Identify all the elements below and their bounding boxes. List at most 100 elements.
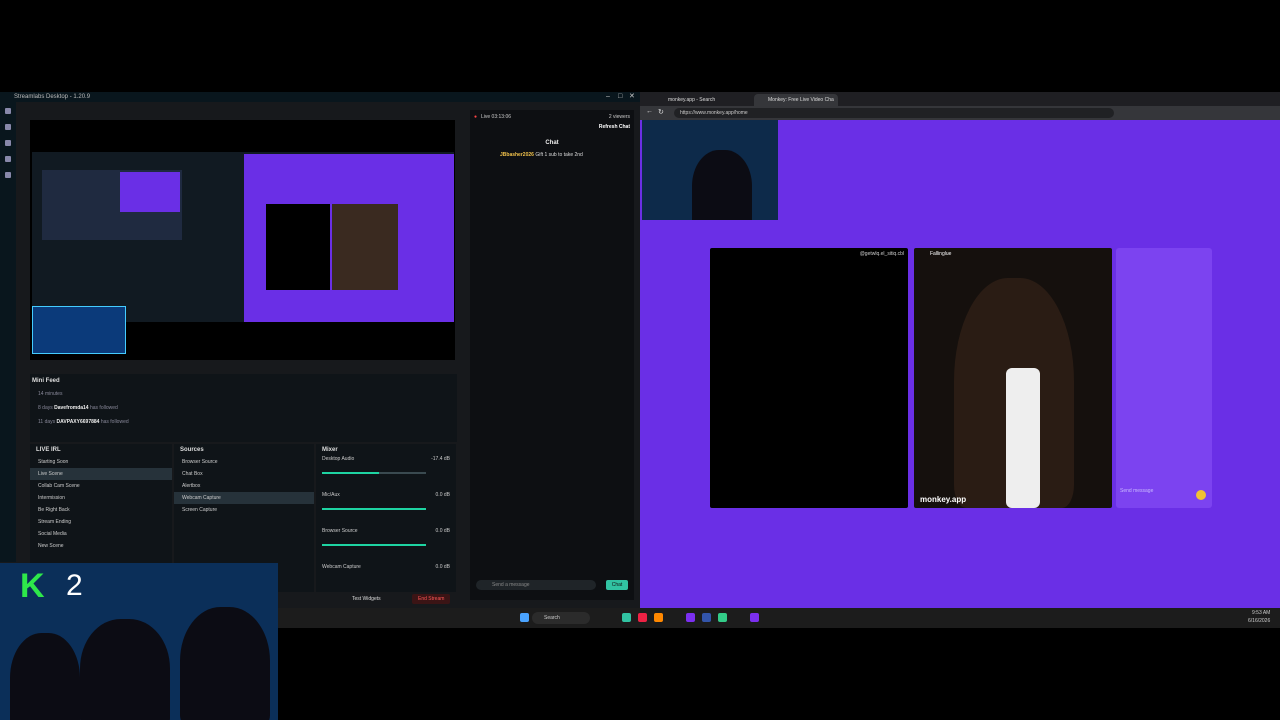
mixer-channel: Desktop Audio -17.4 dB bbox=[316, 456, 456, 492]
app-icon[interactable] bbox=[718, 613, 727, 622]
monkey-page: @getwlq.el_sitiq.cbl Fallinglue monkey.a… bbox=[640, 120, 1280, 608]
app-icon[interactable] bbox=[622, 613, 631, 622]
scene-item[interactable]: Social Media bbox=[30, 528, 172, 540]
scene-collection-title[interactable]: LIVE IRL bbox=[30, 444, 172, 456]
facecam-number: 2 bbox=[66, 569, 83, 602]
app-icon[interactable] bbox=[654, 613, 663, 622]
channel-name: Webcam Capture bbox=[322, 564, 361, 570]
feed-row: 11 days DAVPAXY6697884 has followed bbox=[38, 419, 129, 425]
chat-send-button[interactable]: Chat bbox=[606, 580, 628, 590]
window-title: Streamlabs Desktop - 1.20.9 bbox=[14, 94, 91, 100]
test-widgets-button[interactable]: Test Widgets bbox=[352, 596, 381, 602]
volume-slider[interactable] bbox=[322, 508, 426, 510]
desktop-screen: Streamlabs Desktop - 1.20.9 – □ ✕ Mini F… bbox=[0, 92, 1280, 628]
kick-logo: K bbox=[20, 567, 45, 605]
scene-item[interactable]: Starting Soon bbox=[30, 456, 172, 468]
channel-name: Mic/Aux bbox=[322, 492, 340, 498]
source-item[interactable]: Browser Source bbox=[174, 456, 314, 468]
facecam-person bbox=[80, 619, 170, 720]
feed-row: 8 days Davefromda14 has followed bbox=[38, 405, 118, 411]
back-icon[interactable]: ← bbox=[646, 108, 653, 115]
mixer-channel: Mic/Aux 0.0 dB bbox=[316, 492, 456, 528]
app-icon[interactable] bbox=[638, 613, 647, 622]
sources-title: Sources bbox=[180, 447, 204, 453]
live-status: Live 03:13:06 bbox=[481, 114, 512, 120]
end-stream-button[interactable]: End Stream bbox=[412, 594, 451, 604]
browser-toolbar: ← ↻ https://www.monkey.app/home bbox=[640, 106, 1280, 120]
clock-date: 6/16/2026 bbox=[1248, 618, 1271, 624]
volume-slider[interactable] bbox=[322, 472, 426, 474]
feed-row: 14 minutes bbox=[38, 391, 63, 397]
start-icon[interactable] bbox=[520, 613, 529, 622]
scene-item[interactable]: Intermission bbox=[30, 492, 172, 504]
tab-search[interactable]: monkey.app - Search bbox=[654, 94, 758, 106]
live-indicator-icon: ● bbox=[474, 114, 478, 120]
mixer-title: Mixer bbox=[322, 447, 338, 453]
app-icon[interactable] bbox=[750, 613, 759, 622]
reload-icon[interactable]: ↻ bbox=[658, 108, 664, 116]
taskbar-search[interactable]: Search bbox=[532, 612, 590, 624]
monkey-watermark: monkey.app bbox=[920, 495, 967, 504]
channel-name: Browser Source bbox=[322, 528, 358, 534]
scene-item[interactable]: Collab Cam Scene bbox=[30, 480, 172, 492]
viewer-count: 2 viewers bbox=[608, 114, 630, 120]
channel-db: 0.0 dB bbox=[435, 564, 450, 570]
facecam-person bbox=[10, 633, 80, 720]
chat-message: JBbasher2026 Gift 1 sub to take 2nd bbox=[500, 152, 583, 158]
browser-tab-strip: monkey.app - Search Monkey: Free Live Vi… bbox=[640, 92, 1280, 106]
source-item[interactable]: Screen Capture bbox=[174, 504, 314, 516]
mini-feed-panel: Mini Feed 14 minutes 8 days Davefromda14… bbox=[30, 374, 457, 442]
editor-icon[interactable] bbox=[5, 108, 11, 114]
refresh-chat-button[interactable]: Refresh Chat bbox=[599, 124, 630, 130]
nested-person-video bbox=[332, 204, 398, 290]
channel-db: 0.0 dB bbox=[435, 492, 450, 498]
mini-feed-title: Mini Feed bbox=[32, 378, 60, 384]
channel-db: 0.0 dB bbox=[435, 528, 450, 534]
streamlabs-nav-rail bbox=[0, 102, 16, 562]
app-icon[interactable] bbox=[686, 613, 695, 622]
preview-selected-webcam[interactable] bbox=[32, 306, 126, 354]
self-person bbox=[692, 150, 752, 220]
scene-item[interactable]: New Scene bbox=[30, 540, 172, 552]
dashboard-icon[interactable] bbox=[5, 156, 11, 162]
scene-item[interactable]: Be Right Back bbox=[30, 504, 172, 516]
source-item[interactable]: Webcam Capture bbox=[174, 492, 314, 504]
volume-slider[interactable] bbox=[322, 544, 426, 546]
send-message-input[interactable]: Send message bbox=[1120, 488, 1153, 494]
widgets-icon[interactable] bbox=[5, 140, 11, 146]
source-item[interactable]: Chat Box bbox=[174, 468, 314, 480]
mixer-channel: Browser Source 0.0 dB bbox=[316, 528, 456, 564]
source-item[interactable]: Alertbox bbox=[174, 480, 314, 492]
preview-nested-screen bbox=[32, 152, 454, 354]
nested-black-video bbox=[266, 204, 330, 290]
app-icon[interactable] bbox=[702, 613, 711, 622]
tab-monkey[interactable]: Monkey: Free Live Video Cha bbox=[754, 94, 838, 106]
chat-side-panel: Send message bbox=[1116, 248, 1212, 508]
self-camera-view bbox=[642, 120, 778, 220]
partner-username: Fallinglue bbox=[930, 251, 952, 257]
scene-item[interactable]: Stream Ending bbox=[30, 516, 172, 528]
maximize-icon[interactable]: □ bbox=[618, 92, 622, 102]
address-bar[interactable]: https://www.monkey.app/home bbox=[674, 108, 1114, 118]
close-icon[interactable]: ✕ bbox=[629, 92, 635, 102]
facecam-overlay: K 2 bbox=[0, 563, 278, 720]
streamlabs-footer: Test Widgets End Stream bbox=[280, 592, 460, 606]
nested-monkey-view bbox=[244, 154, 454, 322]
drink-can bbox=[1006, 368, 1040, 508]
partner-video-tile: Fallinglue monkey.app bbox=[914, 248, 1112, 508]
send-message-button[interactable] bbox=[1196, 490, 1206, 500]
clock-time: 9:53 AM bbox=[1252, 610, 1271, 616]
mirrored-caption: @getwlq.el_sitiq.cbl bbox=[859, 251, 904, 257]
minimize-icon[interactable]: – bbox=[606, 92, 610, 102]
channel-db: -17.4 dB bbox=[431, 456, 450, 462]
mixer-panel: Mixer Desktop Audio -17.4 dB Mic/Aux 0.0… bbox=[316, 444, 456, 592]
chat-panel: ● Live 03:13:06 2 viewers Refresh Chat C… bbox=[470, 110, 634, 600]
scene-item[interactable]: Live Scene bbox=[30, 468, 172, 480]
streamlabs-title-bar: Streamlabs Desktop - 1.20.9 – □ ✕ bbox=[0, 92, 640, 102]
black-video-tile: @getwlq.el_sitiq.cbl bbox=[710, 248, 908, 508]
stream-preview[interactable] bbox=[30, 120, 455, 360]
chat-input[interactable]: Send a message bbox=[476, 580, 596, 590]
settings-icon[interactable] bbox=[5, 172, 11, 178]
nested-purple-thumb bbox=[120, 172, 180, 212]
themes-icon[interactable] bbox=[5, 124, 11, 130]
